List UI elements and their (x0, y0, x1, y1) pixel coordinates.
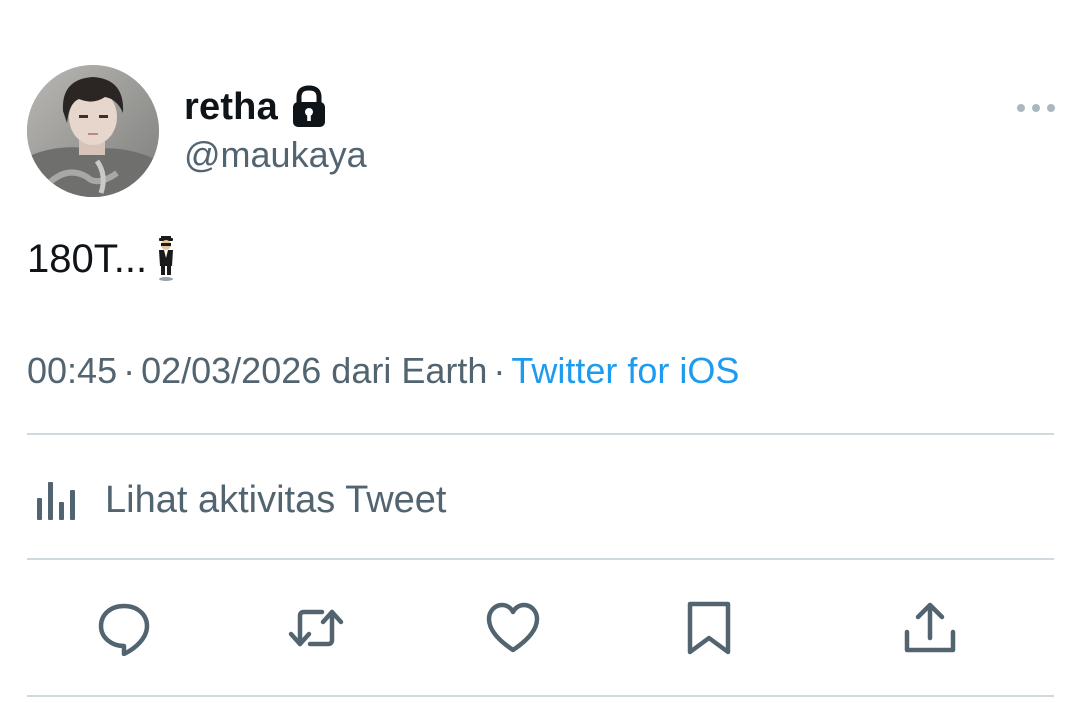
tweet-text: 180T... (27, 236, 177, 282)
tweet-metadata: 00:45 · 02/03/2026 dari Earth · Twitter for … (27, 350, 739, 392)
share-button[interactable] (900, 598, 960, 658)
tweet-text-content: 180T... (27, 236, 148, 281)
retweet-icon (288, 609, 344, 647)
divider (27, 433, 1054, 435)
levitating-man-emoji-icon (155, 236, 177, 282)
divider (27, 695, 1054, 697)
tweet-detail: retha @maukaya 180T... 00:45 · 02/03/202… (0, 0, 1080, 703)
display-name[interactable]: retha (184, 86, 278, 129)
more-options-icon[interactable] (1016, 100, 1056, 116)
display-name-row[interactable]: retha (184, 82, 328, 132)
separator: · (123, 350, 136, 391)
tweet-source-link[interactable]: Twitter for iOS (511, 350, 739, 391)
analytics-icon (27, 472, 83, 528)
view-tweet-activity-button[interactable]: Lihat aktivitas Tweet (27, 472, 446, 528)
like-button[interactable] (483, 598, 543, 658)
bookmark-icon (687, 601, 731, 655)
tweet-location[interactable]: Earth (401, 350, 487, 391)
tweet-time[interactable]: 00:45 (27, 350, 117, 391)
like-icon (486, 602, 540, 653)
user-handle[interactable]: @maukaya (184, 134, 367, 176)
location-prefix: dari (331, 350, 392, 391)
tweet-date[interactable]: 02/03/2026 (141, 350, 321, 391)
avatar[interactable] (27, 65, 159, 197)
avatar-image (27, 65, 159, 197)
reply-icon (98, 603, 150, 656)
view-tweet-activity-label: Lihat aktivitas Tweet (105, 478, 447, 521)
retweet-button[interactable] (286, 598, 346, 658)
lock-icon (290, 85, 328, 129)
separator: · (493, 350, 506, 391)
share-icon (904, 602, 956, 653)
divider (27, 558, 1054, 560)
reply-button[interactable] (94, 598, 154, 658)
bookmark-button[interactable] (679, 598, 739, 658)
